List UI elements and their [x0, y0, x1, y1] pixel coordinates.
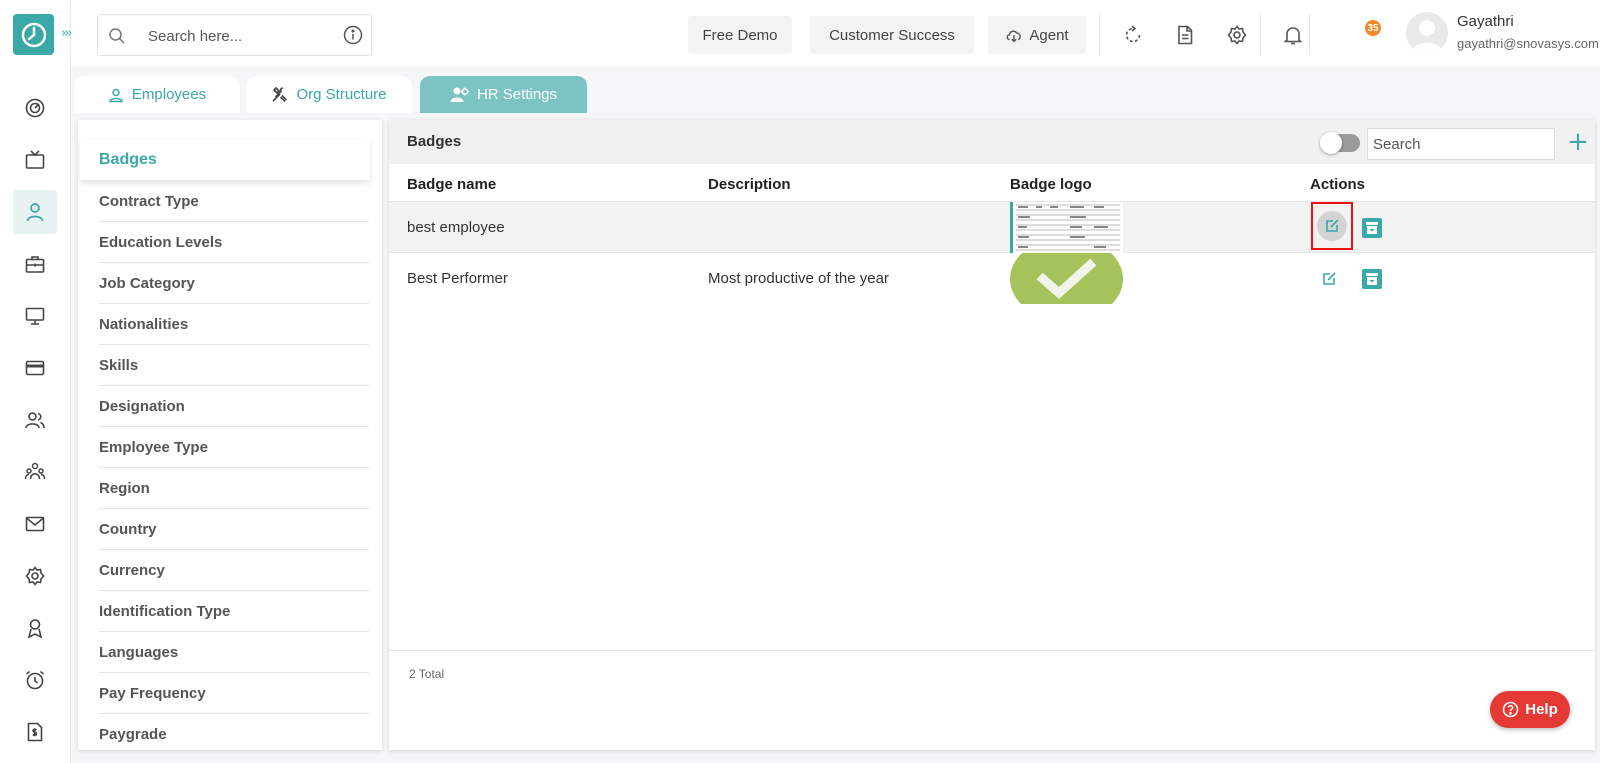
global-search [97, 14, 372, 56]
card-icon[interactable] [13, 346, 57, 390]
settings-item[interactable]: Paygrade [99, 714, 369, 750]
free-demo-label: Free Demo [702, 26, 778, 44]
settings-item[interactable]: Region [99, 468, 369, 509]
panel-title: Badges [407, 133, 462, 150]
settings-gear-icon[interactable] [1224, 22, 1250, 48]
archive-button[interactable] [1362, 269, 1382, 289]
settings-item[interactable]: Contract Type [99, 181, 369, 222]
archive-toggle[interactable] [1320, 132, 1360, 154]
edit-button-highlight [1317, 211, 1347, 241]
notification-count-badge: 35 [1365, 20, 1381, 36]
settings-item[interactable]: Employee Type [99, 427, 369, 468]
dashboard-icon[interactable] [13, 86, 57, 130]
users-icon[interactable] [13, 398, 57, 442]
left-rail: ››› [0, 0, 73, 763]
header-divider [1099, 14, 1100, 54]
archive-icon [1366, 273, 1378, 285]
notification-bell-icon[interactable] [1280, 22, 1306, 48]
edit-button[interactable] [1311, 202, 1353, 250]
free-demo-button[interactable]: Free Demo [688, 16, 792, 54]
settings-item[interactable]: Country [99, 509, 369, 550]
invoice-icon[interactable] [13, 710, 57, 754]
header-divider [1260, 14, 1261, 54]
alarm-icon[interactable] [13, 658, 57, 702]
tab-employees[interactable]: Employees [74, 76, 240, 113]
settings-item[interactable]: Education Levels [99, 222, 369, 263]
table-row: best employee [389, 201, 1595, 253]
cloud-download-icon [1006, 30, 1022, 43]
add-badge-button[interactable]: + [1567, 128, 1589, 156]
edit-icon [1323, 272, 1336, 285]
tab-hr-settings[interactable]: HR Settings [420, 76, 587, 113]
tools-icon [272, 86, 288, 103]
top-header: Free Demo Customer Success Agent 35 Gaya… [71, 0, 1600, 68]
badges-panel-header: Badges + [389, 120, 1595, 164]
customer-success-button[interactable]: Customer Success [810, 16, 974, 54]
column-header: Badge logo [1010, 176, 1092, 193]
search-icon [109, 28, 125, 44]
user-name[interactable]: Gayathri [1457, 13, 1514, 30]
archive-button[interactable] [1362, 218, 1382, 238]
agent-label: Agent [1029, 26, 1069, 44]
tab-org-structure-label: Org Structure [296, 86, 387, 103]
refresh-icon[interactable] [1120, 22, 1146, 48]
user-email: gayathri@snovasys.com [1457, 36, 1599, 51]
badge-logo-image [1010, 202, 1123, 253]
tab-employees-label: Employees [131, 86, 207, 103]
settings-item[interactable]: Pay Frequency [99, 673, 369, 714]
user-icon [109, 88, 123, 102]
document-icon[interactable] [1172, 22, 1198, 48]
table-row: Best Performer Most productive of the ye… [389, 253, 1595, 305]
info-icon[interactable] [343, 25, 363, 45]
expand-menu-icon[interactable]: ››› [61, 26, 73, 41]
settings-item[interactable]: Designation [99, 386, 369, 427]
tab-org-structure[interactable]: Org Structure [246, 76, 412, 113]
customer-success-label: Customer Success [829, 26, 955, 44]
badges-search-input[interactable] [1367, 128, 1555, 160]
agent-button[interactable]: Agent [988, 16, 1086, 54]
column-header: Badge name [407, 176, 497, 193]
settings-list-panel: Badges Contract Type Education Levels Jo… [78, 120, 382, 750]
tab-hr-settings-label: HR Settings [476, 86, 558, 103]
tv-icon[interactable] [13, 138, 57, 182]
help-button[interactable]: Help [1490, 691, 1570, 728]
question-icon [1502, 701, 1519, 718]
global-search-input[interactable] [148, 24, 328, 48]
settings-icon[interactable] [13, 554, 57, 598]
settings-item[interactable]: Nationalities [99, 304, 369, 345]
settings-item-badges[interactable]: Badges [80, 140, 370, 180]
settings-item[interactable]: Skills [99, 345, 369, 386]
mail-icon[interactable] [13, 502, 57, 546]
column-header: Actions [1310, 176, 1366, 193]
settings-item[interactable]: Job Category [99, 263, 369, 304]
help-label: Help [1525, 701, 1558, 718]
panel-footer-divider [389, 650, 1595, 651]
employees-icon[interactable] [13, 190, 57, 234]
edit-icon [1326, 219, 1339, 232]
briefcase-icon[interactable] [13, 242, 57, 286]
total-count: 2 Total [409, 667, 445, 681]
header-divider [1309, 14, 1310, 54]
badge-name: best employee [407, 219, 505, 236]
edit-button[interactable] [1314, 264, 1344, 294]
settings-item[interactable]: Languages [99, 632, 369, 673]
avatar[interactable] [1406, 12, 1448, 54]
settings-item[interactable]: Identification Type [99, 591, 369, 632]
badge-description: Most productive of the year [708, 270, 889, 287]
monitor-icon[interactable] [13, 294, 57, 338]
user-settings-icon [450, 87, 469, 102]
award-icon[interactable] [13, 606, 57, 650]
column-header: Description [708, 176, 791, 193]
badge-logo-image [1010, 253, 1123, 304]
badge-name: Best Performer [407, 270, 508, 287]
settings-item[interactable]: Currency [99, 550, 369, 591]
org-icon[interactable] [13, 450, 57, 494]
toggle-knob [1320, 132, 1342, 154]
archive-icon [1366, 222, 1378, 234]
app-logo-icon[interactable] [13, 14, 54, 55]
badges-panel: Badges + Badge name Description Badge lo… [389, 120, 1595, 750]
